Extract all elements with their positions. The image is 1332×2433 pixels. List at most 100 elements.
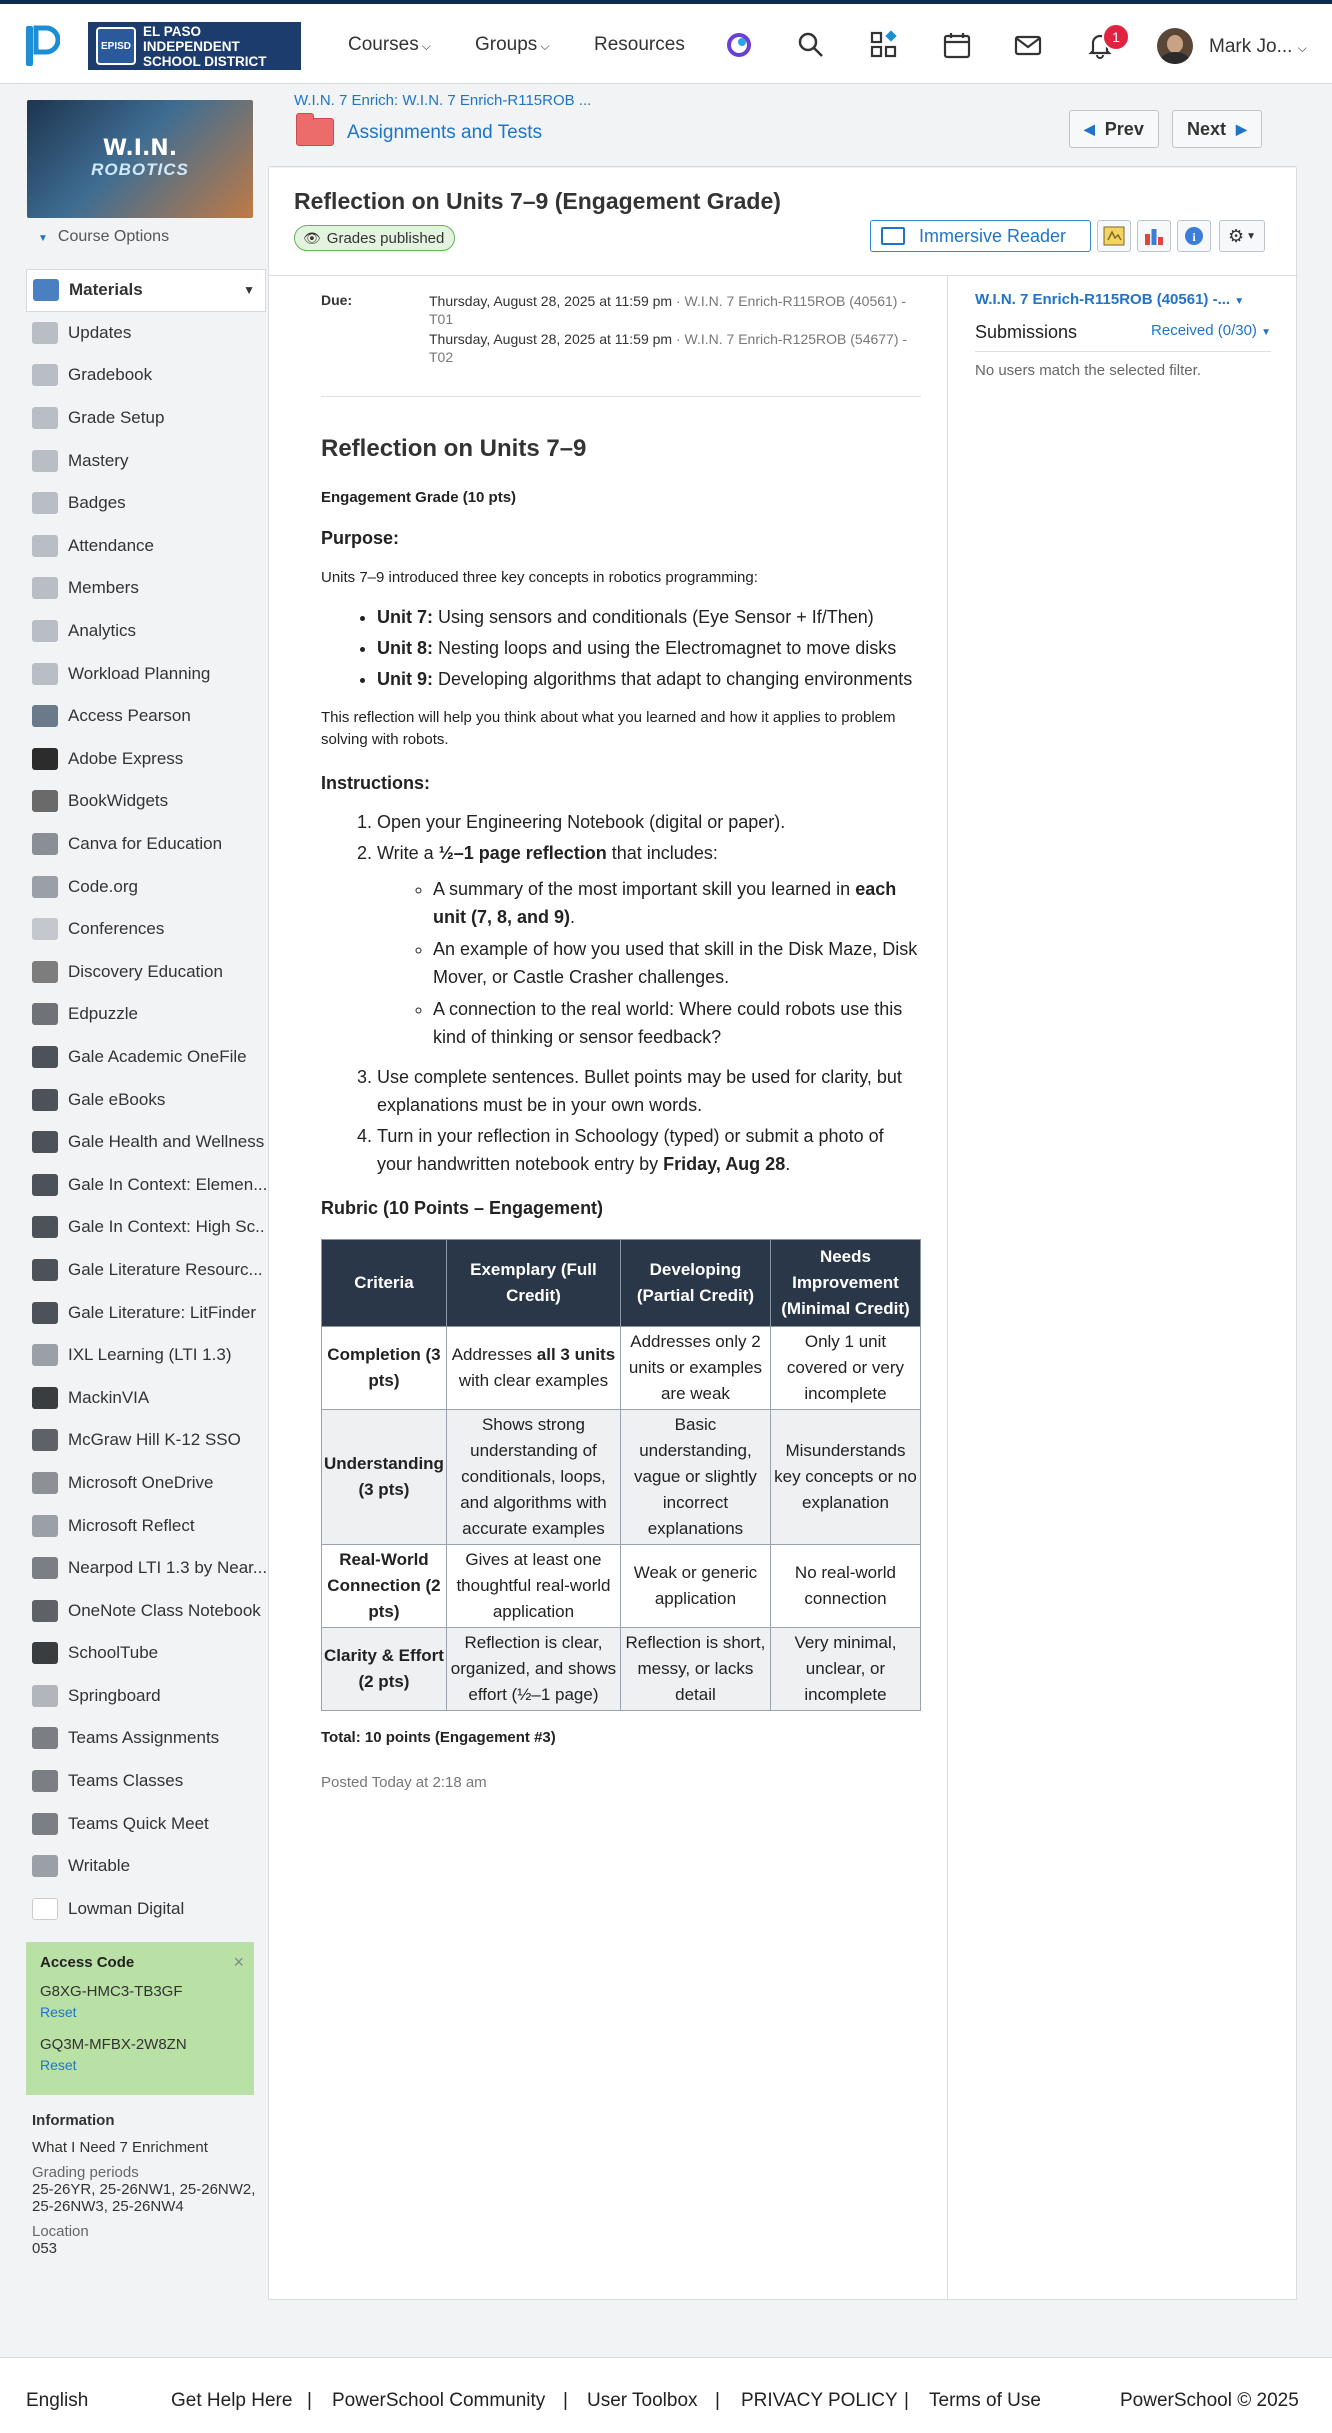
- sidebar-item-materials[interactable]: Materials ▼: [26, 269, 266, 312]
- sidebar-item-attendance[interactable]: Attendance: [26, 525, 266, 568]
- list-item: A summary of the most important skill yo…: [433, 875, 921, 931]
- footer-link-community[interactable]: PowerSchool Community: [332, 2390, 545, 2412]
- immersive-reader-button[interactable]: Immersive Reader: [870, 220, 1091, 252]
- sidebar-item-gale-ebooks[interactable]: Gale eBooks: [26, 1078, 266, 1121]
- statistics-button[interactable]: [1137, 220, 1171, 252]
- app-launcher-icon[interactable]: [724, 30, 754, 60]
- table-header-cell: Developing (Partial Credit): [619, 1239, 771, 1327]
- reset-code-link[interactable]: Reset: [40, 2004, 240, 2020]
- sidebar-item-edpuzzle[interactable]: Edpuzzle: [26, 993, 266, 1036]
- sidebar-item-analytics[interactable]: Analytics: [26, 610, 266, 653]
- purpose-heading: Purpose:: [321, 528, 400, 548]
- sidebar-item-label: OneNote Class Notebook: [68, 1600, 261, 1620]
- sidebar-item-members[interactable]: Members: [26, 567, 266, 610]
- prev-button[interactable]: ◀ Prev: [1069, 110, 1159, 148]
- sidebar-item-label: Nearpod LTI 1.3 by Near...: [68, 1558, 266, 1578]
- user-avatar[interactable]: [1157, 28, 1193, 64]
- district-logo[interactable]: EPISD EL PASO INDEPENDENT SCHOOL DISTRIC…: [88, 22, 301, 70]
- table-cell: Real-World Connection (2 pts): [321, 1544, 447, 1628]
- footer-separator: |: [904, 2390, 909, 2411]
- sidebar-item-canva-for-education[interactable]: Canva for Education: [26, 823, 266, 866]
- sidebar-item-gale-in-context-high-sc[interactable]: Gale In Context: High Sc...: [26, 1206, 266, 1249]
- sidebar-item-label: Gale eBooks: [68, 1089, 166, 1109]
- sidebar-item-label: Gradebook: [68, 365, 153, 385]
- nav-groups[interactable]: Groups ⌵: [475, 34, 549, 56]
- footer-link-privacy[interactable]: PRIVACY POLICY: [741, 2390, 898, 2412]
- sidebar-item-schooltube[interactable]: SchoolTube: [26, 1632, 266, 1675]
- reset-code-link[interactable]: Reset: [40, 2057, 240, 2073]
- sidebar-item-grade-setup[interactable]: Grade Setup: [26, 397, 266, 440]
- section-selector[interactable]: W.I.N. 7 Enrich-R115ROB (40561) -... ▼: [975, 291, 1271, 308]
- sidebar-item-onenote-class-notebook[interactable]: OneNote Class Notebook: [26, 1589, 266, 1632]
- sidebar-item-workload-planning[interactable]: Workload Planning: [26, 652, 266, 695]
- sidebar-item-microsoft-onedrive[interactable]: Microsoft OneDrive: [26, 1462, 266, 1505]
- sidebar-item-label: Teams Assignments: [68, 1728, 220, 1748]
- sidebar-item-gale-in-context-elemen[interactable]: Gale In Context: Elemen...: [26, 1163, 266, 1206]
- course-menu: Materials ▼ Updates Gradebook Grade Setup Mas…: [26, 269, 266, 1930]
- sidebar-item-label: Discovery Education: [68, 961, 223, 981]
- sidebar-item-teams-classes[interactable]: Teams Classes: [26, 1760, 266, 1803]
- calendar-icon[interactable]: [942, 30, 972, 60]
- sidebar-item-label: Springboard: [68, 1685, 161, 1705]
- nav-resources[interactable]: Resources: [594, 34, 685, 56]
- user-menu[interactable]: Mark Jo... ⌵: [1209, 36, 1307, 58]
- table-cell: Misunderstands key concepts or no explan…: [769, 1409, 922, 1545]
- next-button[interactable]: Next ▶: [1172, 110, 1262, 148]
- sidebar-item-springboard[interactable]: Springboard: [26, 1675, 266, 1718]
- sidebar-item-label: Gale Literature: LitFinder: [68, 1302, 257, 1322]
- onedrive-icon: [32, 1471, 58, 1494]
- close-icon[interactable]: ×: [233, 1952, 244, 1973]
- sidebar-item-gale-literature-litfinder[interactable]: Gale Literature: LitFinder: [26, 1291, 266, 1334]
- powerschool-logo-icon[interactable]: [24, 24, 60, 68]
- assignment-content: Due: Thursday, August 28, 2025 at 11:59 …: [321, 292, 922, 1791]
- sidebar-item-ixl-learning-lti-1-3[interactable]: IXL Learning (LTI 1.3): [26, 1334, 266, 1377]
- sidebar-item-code-org[interactable]: Code.org: [26, 865, 266, 908]
- grade-icon-button[interactable]: [1097, 220, 1131, 252]
- sidebar-item-gale-literature-resourc[interactable]: Gale Literature Resourc...: [26, 1249, 266, 1292]
- sidebar-item-access-pearson[interactable]: Access Pearson: [26, 695, 266, 738]
- sidebar-item-teams-quick-meet[interactable]: Teams Quick Meet: [26, 1802, 266, 1845]
- sidebar-item-mastery[interactable]: Mastery: [26, 439, 266, 482]
- footer-link-toolbox[interactable]: User Toolbox: [587, 2390, 698, 2412]
- apps-grid-icon[interactable]: [869, 30, 899, 60]
- sidebar-item-writable[interactable]: Writable: [26, 1845, 266, 1888]
- discovery-icon: [32, 960, 58, 983]
- language-selector[interactable]: English: [26, 2390, 88, 2412]
- due-dates: Due: Thursday, August 28, 2025 at 11:59 …: [321, 292, 921, 397]
- footer-link-help[interactable]: Get Help Here: [171, 2390, 292, 2412]
- sidebar-item-conferences[interactable]: Conferences: [26, 908, 266, 951]
- sidebar-item-updates[interactable]: Updates: [26, 312, 266, 355]
- footer-link-terms[interactable]: Terms of Use: [929, 2390, 1041, 2412]
- sidebar-item-bookwidgets[interactable]: BookWidgets: [26, 780, 266, 823]
- search-icon[interactable]: [796, 30, 826, 60]
- notification-count-badge: 1: [1102, 23, 1130, 51]
- sidebar-item-mcgraw-hill-k-12-sso[interactable]: McGraw Hill K-12 SSO: [26, 1419, 266, 1462]
- triangle-down-icon[interactable]: ▼: [243, 283, 255, 297]
- submissions-filter[interactable]: Received (0/30) ▼: [1151, 322, 1271, 343]
- nav-courses[interactable]: Courses ⌵: [348, 34, 431, 56]
- sidebar-item-gale-health-and-wellness[interactable]: Gale Health and Wellness: [26, 1121, 266, 1164]
- table-row: Clarity & Effort (2 pts) Reflection is cl…: [321, 1627, 922, 1711]
- sidebar-item-badges[interactable]: Badges: [26, 482, 266, 525]
- sidebar-item-teams-assignments[interactable]: Teams Assignments: [26, 1717, 266, 1760]
- sidebar-item-adobe-express[interactable]: Adobe Express: [26, 738, 266, 781]
- course-options-toggle[interactable]: ▼ Course Options: [38, 228, 169, 246]
- sidebar-item-discovery-education[interactable]: Discovery Education: [26, 951, 266, 994]
- sidebar-item-mackinvia[interactable]: MackinVIA: [26, 1376, 266, 1419]
- sidebar-item-gale-academic-onefile[interactable]: Gale Academic OneFile: [26, 1036, 266, 1079]
- sidebar-item-gradebook[interactable]: Gradebook: [26, 354, 266, 397]
- location-value: 053: [32, 2240, 58, 2257]
- sidebar-item-label: Canva for Education: [68, 834, 223, 854]
- table-cell: Reflection is clear, organized, and show…: [445, 1627, 621, 1711]
- instructions-heading: Instructions:: [321, 773, 431, 793]
- sidebar-item-microsoft-reflect[interactable]: Microsoft Reflect: [26, 1504, 266, 1547]
- folder-link[interactable]: Assignments and Tests: [347, 122, 542, 144]
- mail-icon[interactable]: [1013, 30, 1043, 60]
- table-row: Completion (3 pts) Addresses all 3 units …: [321, 1326, 922, 1410]
- sidebar-item-nearpod-lti-1-3-by-near[interactable]: Nearpod LTI 1.3 by Near...: [26, 1547, 266, 1590]
- settings-menu-button[interactable]: ⚙ ▼: [1219, 220, 1265, 252]
- info-button[interactable]: i: [1177, 220, 1211, 252]
- breadcrumb[interactable]: W.I.N. 7 Enrich: W.I.N. 7 Enrich-R115ROB…: [294, 92, 591, 109]
- sidebar-item-lowman-digital[interactable]: Lowman Digital: [26, 1888, 266, 1931]
- list-item: Unit 9: Developing algorithms that adapt…: [377, 665, 921, 693]
